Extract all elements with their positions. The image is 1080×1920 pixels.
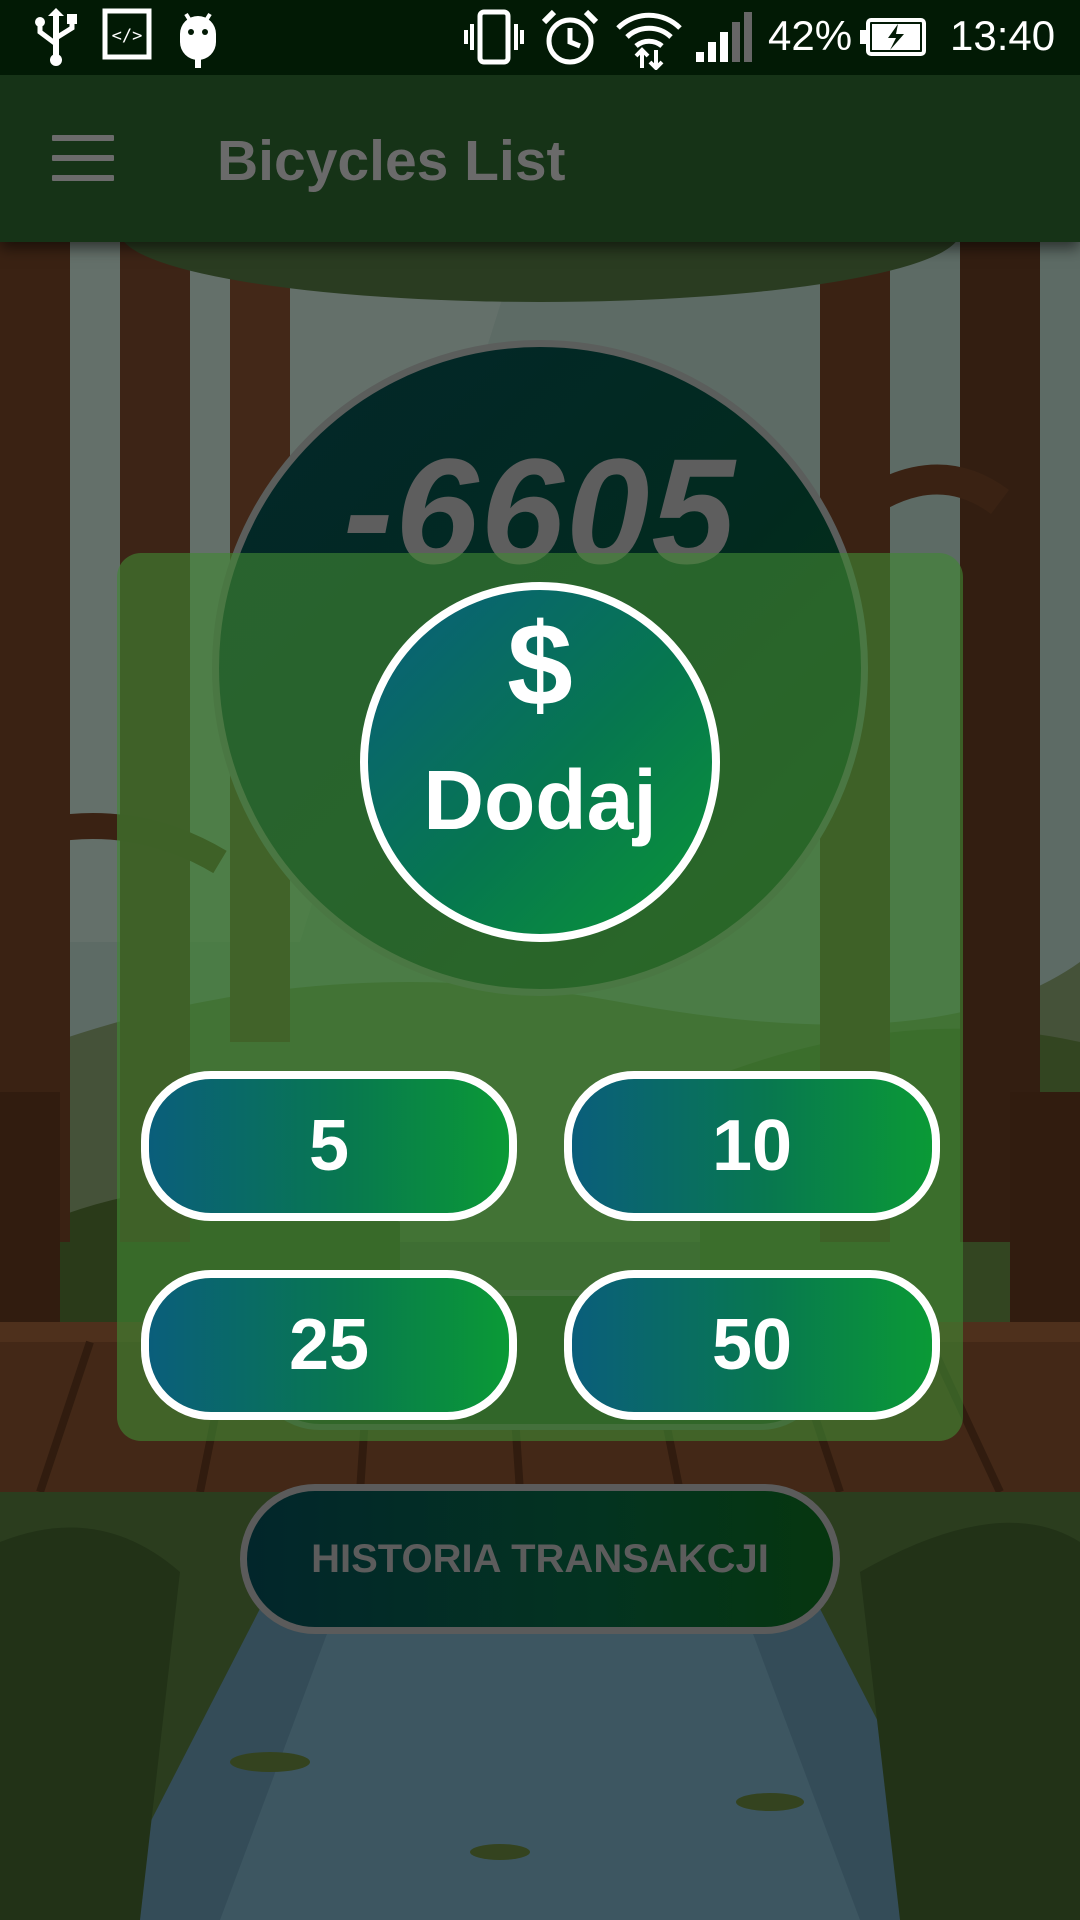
app-bar: Bicycles List <box>0 75 1080 242</box>
amount-button-10[interactable]: 10 <box>564 1071 940 1221</box>
usb-icon <box>35 8 77 66</box>
code-icon: </> <box>102 8 152 60</box>
vibrate-icon <box>464 9 524 65</box>
battery-charging-icon <box>860 18 926 56</box>
dollar-icon: $ <box>507 599 573 731</box>
amount-button-5[interactable]: 5 <box>141 1071 517 1221</box>
status-bar: </> 42% 13:40 <box>0 0 1080 75</box>
alarm-icon <box>541 9 599 65</box>
page-title: Bicycles List <box>217 129 566 193</box>
amount-button-50[interactable]: 50 <box>564 1270 940 1420</box>
svg-text:</>: </> <box>112 26 143 46</box>
transaction-history-button[interactable]: HISTORIA TRANSAKCJI <box>240 1484 840 1634</box>
clock: 13:40 <box>950 12 1056 59</box>
wifi-icon <box>616 12 682 70</box>
amount-button-25[interactable]: 25 <box>141 1270 517 1420</box>
add-funds-label: Dodaj <box>423 753 657 847</box>
add-funds-button[interactable]: $ Dodaj <box>360 582 720 942</box>
hamburger-menu-icon[interactable] <box>52 135 114 181</box>
battery-percent: 42% <box>768 12 853 59</box>
signal-icon <box>696 12 752 62</box>
android-debug-icon <box>180 12 216 68</box>
